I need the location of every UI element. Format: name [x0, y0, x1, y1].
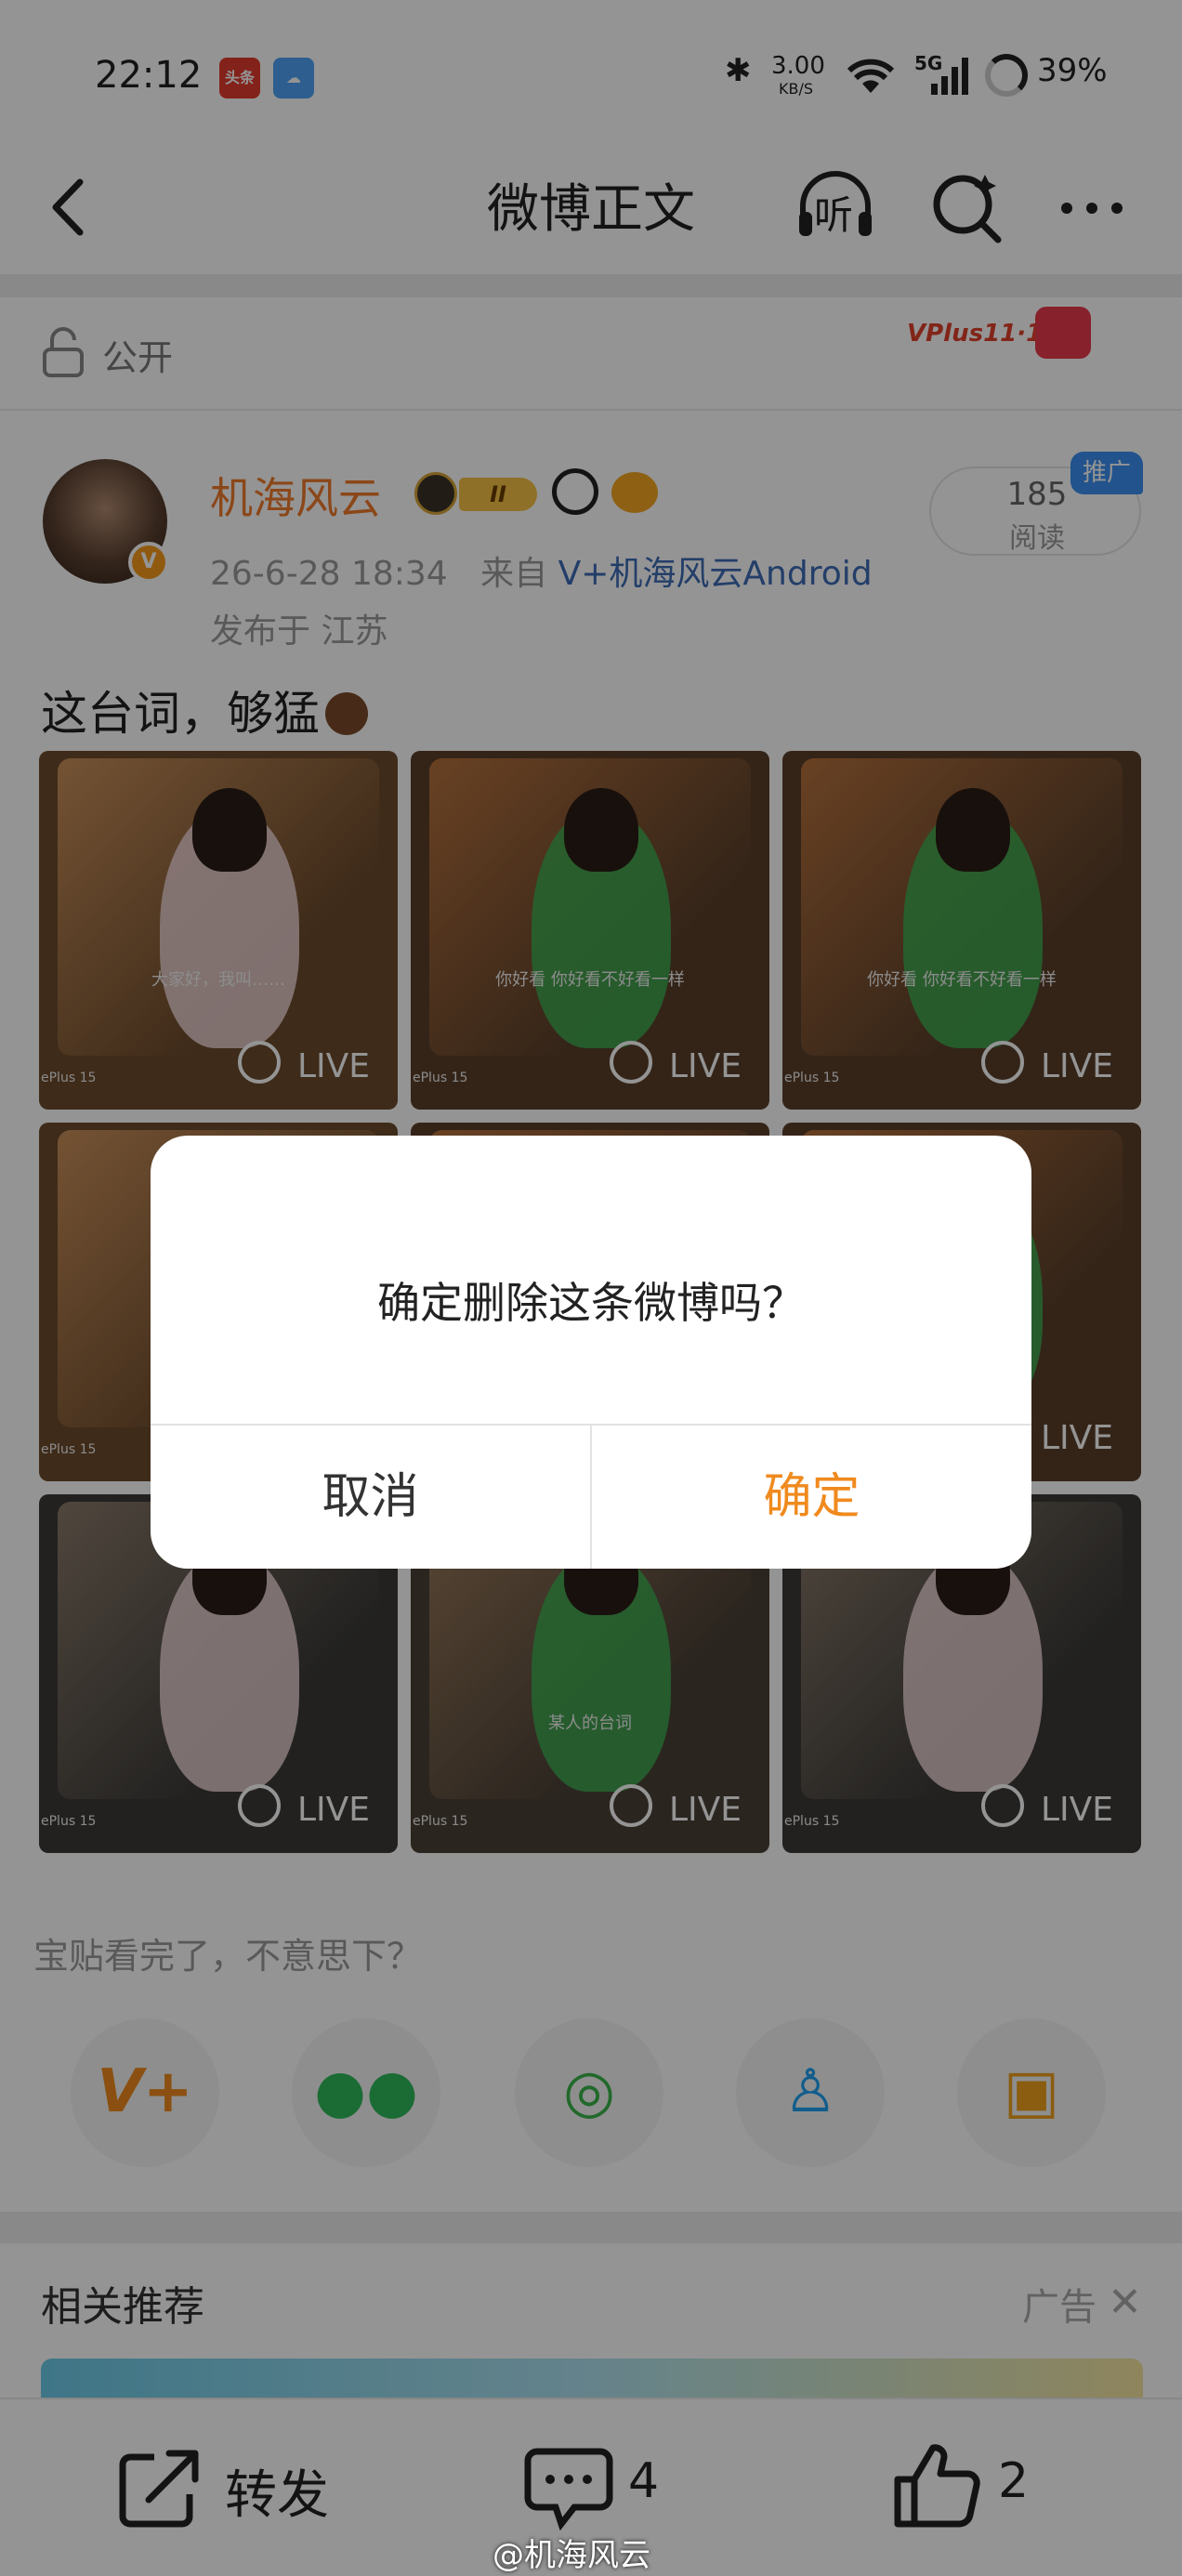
- dialog-message: 确定删除这条微博吗？: [377, 1278, 805, 1328]
- watermark: @机海风云: [492, 2537, 650, 2574]
- weibo-detail-page: 22:12 头条 ☁ ✱ 3.00 KB/S 5G 39% 微博正文 听 公开 …: [0, 0, 1182, 2576]
- cancel-button[interactable]: 取消: [151, 1426, 590, 1569]
- delete-confirm-dialog: 确定删除这条微博吗？ 取消 确定: [151, 1136, 1031, 1569]
- confirm-delete-button[interactable]: 确定: [592, 1426, 1031, 1569]
